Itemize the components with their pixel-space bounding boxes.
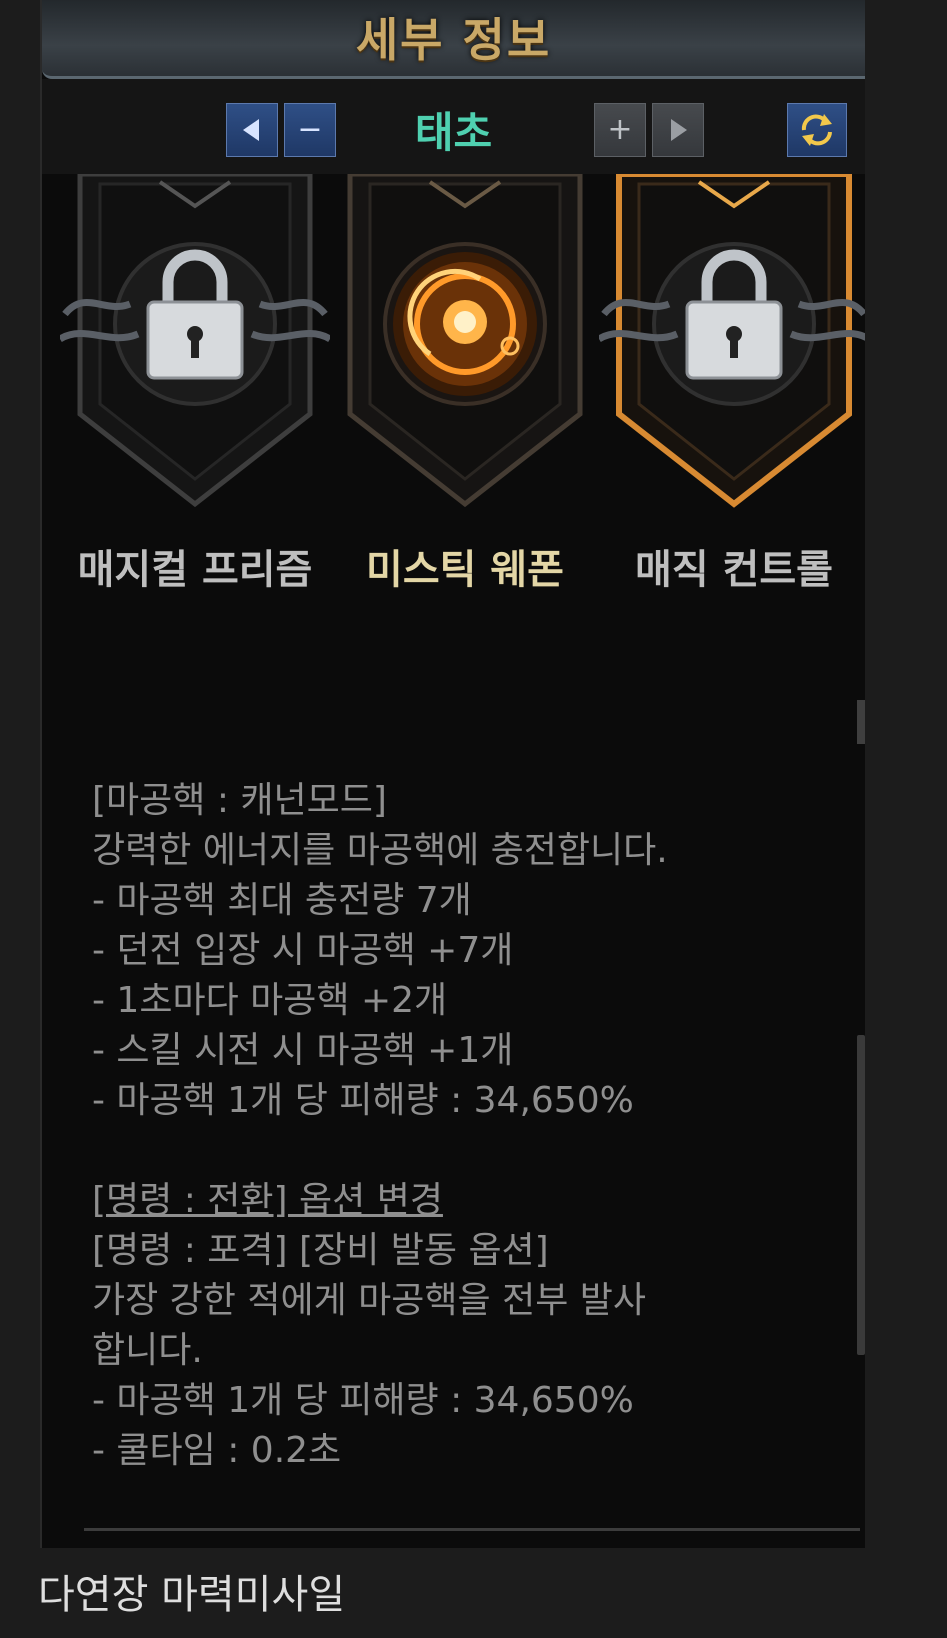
- plus-button[interactable]: +: [594, 103, 646, 157]
- stage-name: 태초: [414, 108, 493, 157]
- emblem-label: 매직 컨트롤: [635, 547, 833, 593]
- title-bar: 세부 정보: [42, 0, 865, 79]
- emblem-row: 매지컬 프리즘 미스틱 웨폰 매직 컨트롤: [42, 174, 865, 594]
- desc-line: - 1초마다 마공핵 +2개: [92, 980, 448, 1021]
- emblem-mystic-weapon[interactable]: 미스틱 웨폰: [330, 174, 600, 594]
- panel-title: 세부 정보: [355, 13, 552, 67]
- stage-nav: − 태초 +: [42, 79, 865, 174]
- desc-line: - 스킬 시전 시 마공핵 +1개: [92, 1030, 514, 1071]
- desc-line: - 마공핵 1개 당 피해량 : 34,650%: [92, 1380, 634, 1421]
- desc-spacer: [92, 1126, 832, 1176]
- desc-line: - 마공핵 최대 충전량 7개: [92, 880, 472, 921]
- detail-panel: 세부 정보 − 태초 + 매지컬 프리즘 미스틱 웨폰 매직 컨트롤 [마공핵 …: [40, 0, 865, 1548]
- scrollbar-knob[interactable]: [857, 700, 865, 744]
- skill-description: [마공핵 : 캐넌모드] 강력한 에너지를 마공핵에 충전합니다. - 마공핵 …: [92, 776, 832, 1476]
- desc-line: - 마공핵 1개 당 피해량 : 34,650%: [92, 1080, 634, 1121]
- refresh-button[interactable]: [787, 103, 847, 157]
- desc-line: - 던전 입장 시 마공핵 +7개: [92, 930, 514, 971]
- right-arrow-icon: [671, 119, 687, 141]
- emblem-shield: [60, 174, 330, 508]
- energy-orb-icon: [393, 252, 537, 396]
- caption: 다연장 마력미사일: [38, 1572, 346, 1618]
- scrollbar-thumb[interactable]: [857, 1035, 865, 1355]
- emblem-shield: [347, 174, 583, 508]
- option-change-link[interactable]: [명령 : 전환] 옵션 변경: [92, 1176, 832, 1226]
- desc-line: 합니다.: [92, 1330, 203, 1371]
- divider: [84, 1528, 860, 1531]
- desc-line: 강력한 에너지를 마공핵에 충전합니다.: [92, 830, 668, 871]
- desc-line: [명령 : 포격] [장비 발동 옵션]: [92, 1230, 549, 1271]
- emblem-magic-control[interactable]: 매직 컨트롤: [599, 174, 865, 594]
- emblem-label: 미스틱 웨폰: [366, 547, 564, 593]
- emblem-label: 매지컬 프리즘: [77, 547, 313, 593]
- scrollbar[interactable]: [857, 700, 865, 1360]
- desc-line: 가장 강한 적에게 마공핵을 전부 발사: [92, 1280, 647, 1321]
- emblem-magical-prism[interactable]: 매지컬 프리즘: [60, 174, 330, 594]
- desc-line: - 쿨타임 : 0.2초: [92, 1430, 342, 1471]
- refresh-icon: [801, 114, 832, 146]
- desc-line: [마공핵 : 캐넌모드]: [92, 780, 387, 821]
- emblem-shield: [599, 174, 865, 508]
- next-button[interactable]: [652, 103, 704, 157]
